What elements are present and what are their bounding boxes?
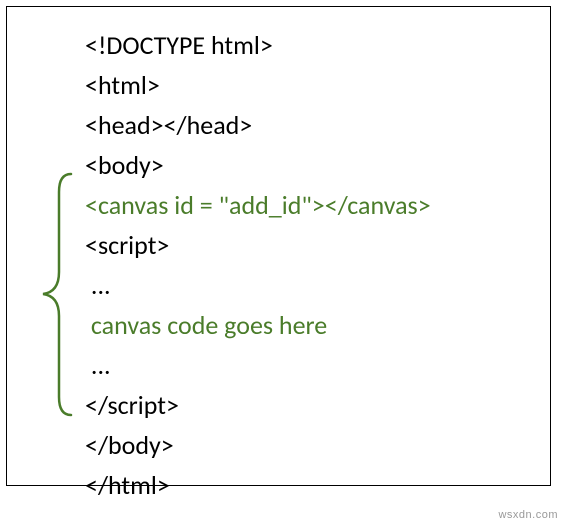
code-line-highlight: <canvas id = "add_id"></canvas>: [85, 185, 550, 225]
code-line-highlight: canvas code goes here: [85, 305, 550, 345]
code-line: </body>: [85, 425, 550, 465]
code-content: <!DOCTYPE html> <html> <head></head> <bo…: [7, 25, 550, 505]
code-line: ...: [85, 265, 550, 305]
code-line: <!DOCTYPE html>: [85, 25, 550, 65]
code-line: <head></head>: [85, 105, 550, 145]
watermark-text: wsxdn.com: [498, 509, 558, 521]
code-example-box: <!DOCTYPE html> <html> <head></head> <bo…: [6, 6, 551, 486]
code-line: </script>: [85, 385, 550, 425]
code-line: </html>: [85, 465, 550, 505]
code-line: <body>: [85, 145, 550, 185]
code-line: ...: [85, 345, 550, 385]
code-line: <html>: [85, 65, 550, 105]
code-line: <script>: [85, 225, 550, 265]
